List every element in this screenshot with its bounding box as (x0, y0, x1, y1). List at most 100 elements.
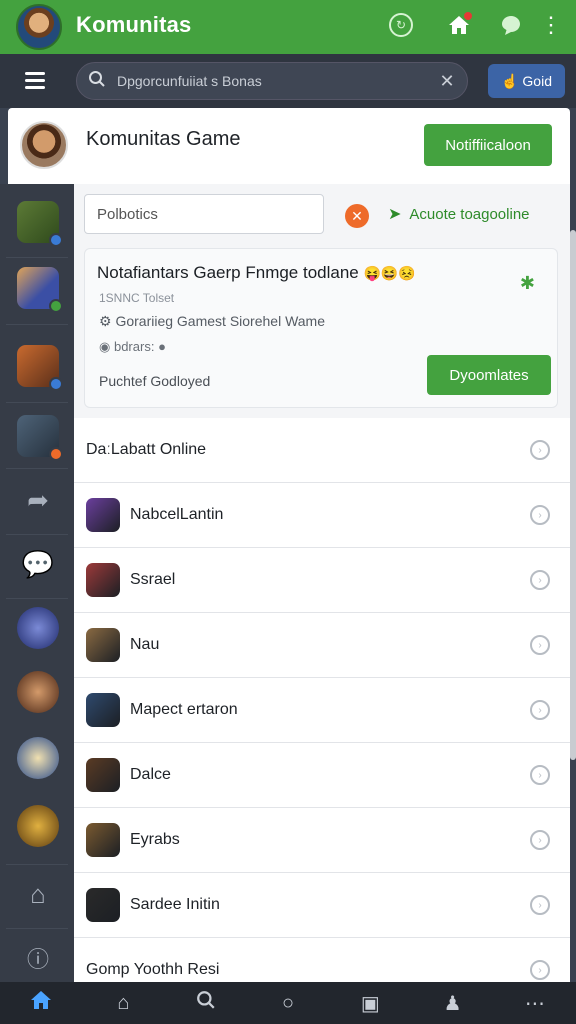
app-title: Komunitas (76, 12, 192, 37)
soldier-game-icon (17, 267, 63, 313)
notice-tag: ◉ bdrars: ● (99, 339, 166, 354)
game-list: DaːLabatt Online › NabcelLantin › Ssrael › Nau… (74, 418, 570, 1003)
list-item-label: DaːLabatt Online (86, 441, 207, 458)
settings-icon: ⚙ (99, 313, 112, 329)
game-thumbnail-icon (86, 888, 120, 922)
rail-item-hero-3[interactable] (8, 728, 68, 788)
rail-item-info[interactable]: ⓘ (8, 928, 68, 988)
search-icon (77, 70, 117, 93)
activate-link[interactable]: ➤ Acuote toagooline (388, 204, 530, 224)
rail-item-gun-game[interactable] (8, 406, 68, 466)
chevron-right-icon[interactable]: › (530, 960, 550, 980)
notice-card: Notafiantars Gaerp Fnmge todlane 😝😆😣 ✱ 1… (84, 248, 558, 408)
search-input[interactable]: Dpgorcunfuiiat s Bonas ✕ (76, 62, 468, 100)
list-item-label: Ssrael (130, 571, 176, 588)
notice-title: Notafiantars Gaerp Fnmge todlane 😝😆😣 (97, 263, 416, 282)
tag-dot-icon: ● (158, 339, 166, 354)
list-item[interactable]: Sardee Initin › (74, 873, 570, 938)
gun-game-icon (17, 415, 63, 461)
bookmark-icon[interactable]: ▣ (350, 991, 390, 1016)
rail-item-warrior-game[interactable] (8, 336, 68, 396)
rail-item-soldier-game[interactable] (8, 258, 68, 318)
game-thumbnail-icon (86, 628, 120, 662)
emoji-reaction: 😝😆😣 (363, 265, 416, 281)
rail-item-hero-2[interactable] (8, 662, 68, 722)
hero-avatar-icon (17, 607, 59, 649)
app-bar: Komunitas ↻ ⋮ (0, 0, 576, 54)
game-thumbnail-icon (86, 563, 120, 597)
app-avatar[interactable] (16, 4, 62, 50)
menu-icon[interactable] (20, 68, 50, 94)
home-outline-icon: ⌂ (30, 878, 46, 909)
game-thumbnail-icon (86, 823, 120, 857)
share-arrow-icon: ➦ (27, 484, 49, 515)
main-panel: Polbotics ✕ ➤ Acuote toagooline Notafian… (74, 184, 570, 1003)
rail-item-hero-4[interactable] (8, 796, 68, 856)
house-outline-icon[interactable]: ⌂ (103, 992, 143, 1015)
rail-item-hero-1[interactable] (8, 598, 68, 658)
chat-bubble-icon: 💬 (21, 548, 55, 579)
search-placeholder: Dpgorcunfuiiat s Bonas (117, 73, 262, 89)
info-icon: ⓘ (26, 947, 49, 972)
page-title: Komunitas Game (86, 128, 241, 150)
list-item-label: Mapect ertaron (130, 701, 238, 718)
game-thumbnail-icon (86, 758, 120, 792)
list-item[interactable]: Ssrael › (74, 548, 570, 613)
rail-item-chat[interactable]: 💬 (8, 534, 68, 594)
search-bar-row: Dpgorcunfuiiat s Bonas ✕ ☝ Goid (0, 54, 576, 108)
notification-button[interactable]: Notiffiicaloon (424, 124, 552, 166)
chevron-right-icon[interactable]: › (530, 440, 550, 460)
refresh-icon[interactable]: ↻ (386, 10, 416, 40)
more-icon[interactable]: ⋯ (515, 991, 555, 1016)
chevron-right-icon[interactable]: › (530, 895, 550, 915)
search-icon[interactable] (186, 990, 226, 1016)
list-item[interactable]: Mapect ertaron › (74, 678, 570, 743)
community-avatar[interactable] (20, 121, 68, 169)
list-item-label: Gomp Yoothh Resi (86, 961, 220, 978)
clear-search-icon[interactable]: ✕ (427, 71, 467, 92)
left-rail: ➦ 💬 ⌂ ⓘ (0, 184, 74, 982)
list-item-label: Nau (130, 636, 160, 653)
download-button[interactable]: Dyoomlates (427, 355, 551, 395)
community-header-card: Komunitas Game Notiffiicaloon (8, 108, 570, 184)
circle-icon[interactable]: ○ (268, 992, 308, 1015)
rail-item-share[interactable]: ➦ (8, 470, 68, 530)
bottom-nav: ⌂ ○ ▣ ♟ ⋯ (0, 982, 576, 1024)
list-item[interactable]: NabcelLantin › (74, 483, 570, 548)
list-item[interactable]: Eyrabs › (74, 808, 570, 873)
rail-item-rifle-game[interactable] (8, 192, 68, 252)
notice-footer: Puchtef Godloyed (99, 373, 211, 389)
list-item-label: Sardee Initin (130, 896, 220, 913)
star-icon[interactable]: ✱ (520, 273, 535, 294)
more-vertical-icon[interactable]: ⋮ (536, 10, 566, 40)
list-item[interactable]: DaːLabatt Online › (74, 418, 570, 483)
list-item[interactable]: Dalce › (74, 743, 570, 808)
chevron-right-icon[interactable]: › (530, 570, 550, 590)
rail-item-home[interactable]: ⌂ (8, 864, 68, 924)
tag-icon: ◉ (99, 339, 111, 354)
chevron-right-icon[interactable]: › (530, 765, 550, 785)
scrollbar[interactable] (570, 230, 576, 760)
list-item-label: Eyrabs (130, 831, 180, 848)
chevron-right-icon[interactable]: › (530, 830, 550, 850)
notice-meta: 1SNNC Tolset (99, 291, 175, 305)
rifle-game-icon (17, 201, 63, 247)
home-notification-icon[interactable] (444, 10, 474, 40)
list-item-label: NabcelLantin (130, 506, 224, 523)
game-thumbnail-icon (86, 498, 120, 532)
notice-description: ⚙ Gorariieg Gamest Siorehel Wame (99, 313, 326, 329)
chevron-right-icon[interactable]: › (530, 635, 550, 655)
hero-avatar-icon (17, 805, 59, 847)
filter-input[interactable]: Polbotics (84, 194, 324, 234)
game-thumbnail-icon (86, 693, 120, 727)
profile-icon[interactable]: ♟ (433, 991, 473, 1016)
go-button[interactable]: ☝ Goid (488, 64, 565, 98)
chevron-right-icon[interactable]: › (530, 700, 550, 720)
list-item-label: Dalce (130, 766, 171, 783)
clear-filter-icon[interactable]: ✕ (345, 204, 369, 228)
chat-icon[interactable] (496, 10, 526, 40)
list-item[interactable]: Nau › (74, 613, 570, 678)
home-icon[interactable] (21, 990, 61, 1016)
chevron-right-icon[interactable]: › (530, 505, 550, 525)
hero-avatar-icon (17, 737, 59, 779)
